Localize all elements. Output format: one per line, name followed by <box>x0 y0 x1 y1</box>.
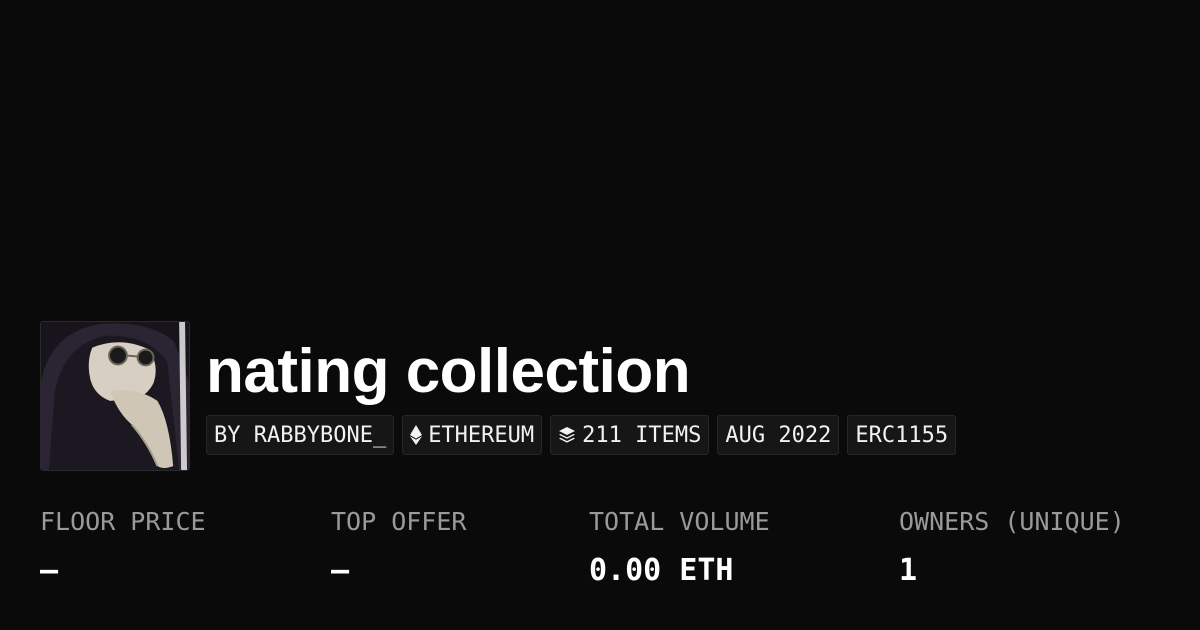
collection-stats: FLOOR PRICE — TOP OFFER — TOTAL VOLUME 0… <box>0 505 1200 605</box>
stat-floor-price: FLOOR PRICE — <box>40 505 206 588</box>
layers-icon <box>558 426 576 444</box>
stat-floor-price-value: — <box>40 553 59 588</box>
stat-top-offer-label: TOP OFFER <box>331 507 467 536</box>
collection-tags: BY RABBYBONE_ ETHEREUM 211 ITEMS AUG 202… <box>206 415 957 455</box>
stat-total-volume-value: 0.00 ETH <box>589 553 734 588</box>
stat-owners-label: OWNERS (UNIQUE) <box>899 507 1125 536</box>
chain-tag-label: ETHEREUM <box>428 422 535 448</box>
creator-tag-label: BY RABBYBONE_ <box>214 422 387 448</box>
stat-owners-value: 1 <box>899 553 918 588</box>
stat-total-volume: TOTAL VOLUME 0.00 ETH <box>589 505 770 588</box>
stat-top-offer-value: — <box>331 553 350 588</box>
chain-tag[interactable]: ETHEREUM <box>402 415 543 455</box>
items-tag-label: 211 ITEMS <box>582 422 702 448</box>
stat-total-volume-label: TOTAL VOLUME <box>589 507 770 536</box>
stat-top-offer: TOP OFFER — <box>331 505 466 588</box>
standard-tag-label: ERC1155 <box>855 422 949 448</box>
date-tag-label: AUG 2022 <box>725 422 832 448</box>
creator-tag[interactable]: BY RABBYBONE_ <box>206 415 395 455</box>
collection-title: nating collection <box>206 337 691 406</box>
plague-doctor-mask-image <box>41 322 189 470</box>
stat-owners: OWNERS (UNIQUE) 1 <box>899 505 1125 588</box>
stat-floor-price-label: FLOOR PRICE <box>40 507 206 536</box>
collection-avatar <box>40 321 190 471</box>
date-tag: AUG 2022 <box>717 415 840 455</box>
items-tag[interactable]: 211 ITEMS <box>550 415 710 455</box>
standard-tag: ERC1155 <box>847 415 957 455</box>
ethereum-icon <box>410 425 423 445</box>
